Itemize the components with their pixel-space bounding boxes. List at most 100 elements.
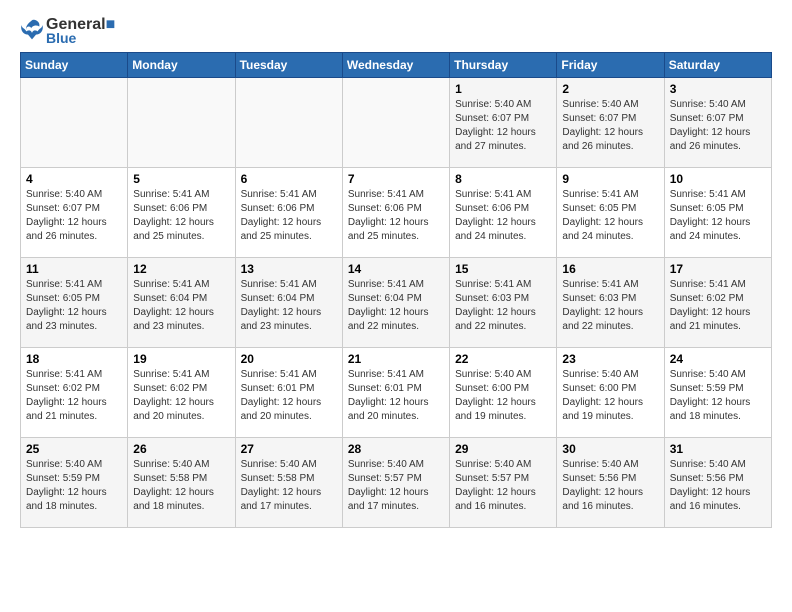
calendar-cell: 20Sunrise: 5:41 AM Sunset: 6:01 PM Dayli… — [235, 348, 342, 438]
day-number: 31 — [670, 442, 766, 456]
day-info: Sunrise: 5:41 AM Sunset: 6:06 PM Dayligh… — [348, 188, 444, 244]
calendar-cell: 25 Sunrise: 5:40 AM Sunset: 5:59 PM Dayli… — [21, 438, 128, 528]
calendar-cell: 19 Sunrise: 5:41 AM Sunset: 6:02 PM Dayli… — [128, 348, 235, 438]
weekday-header-sunday: Sunday — [21, 53, 128, 78]
day-info: Sunrise: 5:41 AM Sunset: 6:06 PM Dayligh… — [241, 188, 337, 244]
day-info: Sunrise: 5:40 AM Sunset: 6:07 PM Dayligh… — [455, 98, 551, 154]
logo: General■ Blue — [20, 16, 115, 46]
day-number: 14 — [348, 262, 444, 276]
day-info: Sunrise: 5:40 AM Sunset: 5:56 PM Dayligh… — [562, 458, 658, 514]
calendar-cell: 22 Sunrise: 5:40 AM Sunset: 6:00 PM Dayli… — [450, 348, 557, 438]
calendar-cell: 12 Sunrise: 5:41 AM Sunset: 6:04 PM Dayli… — [128, 258, 235, 348]
calendar-cell: 31 Sunrise: 5:40 AM Sunset: 5:56 PM Dayli… — [664, 438, 771, 528]
day-info: Sunrise: 5:40 AM Sunset: 6:07 PM Dayligh… — [670, 98, 766, 154]
calendar-cell: 30 Sunrise: 5:40 AM Sunset: 5:56 PM Dayli… — [557, 438, 664, 528]
day-info: Sunrise: 5:40 AM Sunset: 6:07 PM Dayligh… — [562, 98, 658, 154]
calendar-cell — [21, 78, 128, 168]
calendar-cell: 9 Sunrise: 5:41 AM Sunset: 6:05 PM Daylig… — [557, 168, 664, 258]
day-number: 30 — [562, 442, 658, 456]
day-info: Sunrise: 5:41 AM Sunset: 6:01 PM Dayligh… — [348, 368, 444, 424]
weekday-header-monday: Monday — [128, 53, 235, 78]
day-number: 20 — [241, 352, 337, 366]
calendar-cell: 17Sunrise: 5:41 AM Sunset: 6:02 PM Dayli… — [664, 258, 771, 348]
calendar-cell: 2 Sunrise: 5:40 AM Sunset: 6:07 PM Daylig… — [557, 78, 664, 168]
day-number: 15 — [455, 262, 551, 276]
day-info: Sunrise: 5:41 AM Sunset: 6:06 PM Dayligh… — [133, 188, 229, 244]
day-info: Sunrise: 5:40 AM Sunset: 5:58 PM Dayligh… — [133, 458, 229, 514]
day-number: 4 — [26, 172, 122, 186]
day-number: 6 — [241, 172, 337, 186]
day-info: Sunrise: 5:40 AM Sunset: 5:58 PM Dayligh… — [241, 458, 337, 514]
day-info: Sunrise: 5:41 AM Sunset: 6:03 PM Dayligh… — [562, 278, 658, 334]
calendar-cell: 7Sunrise: 5:41 AM Sunset: 6:06 PM Daylig… — [342, 168, 449, 258]
day-info: Sunrise: 5:41 AM Sunset: 6:05 PM Dayligh… — [670, 188, 766, 244]
weekday-header-saturday: Saturday — [664, 53, 771, 78]
day-number: 3 — [670, 82, 766, 96]
calendar-cell: 11 Sunrise: 5:41 AM Sunset: 6:05 PM Dayli… — [21, 258, 128, 348]
day-number: 16 — [562, 262, 658, 276]
calendar-week-5: 25 Sunrise: 5:40 AM Sunset: 5:59 PM Dayli… — [21, 438, 772, 528]
day-info: Sunrise: 5:40 AM Sunset: 6:00 PM Dayligh… — [455, 368, 551, 424]
day-info: Sunrise: 5:40 AM Sunset: 6:07 PM Dayligh… — [26, 188, 122, 244]
day-number: 17 — [670, 262, 766, 276]
calendar-cell: 3 Sunrise: 5:40 AM Sunset: 6:07 PM Daylig… — [664, 78, 771, 168]
day-info: Sunrise: 5:40 AM Sunset: 5:57 PM Dayligh… — [348, 458, 444, 514]
day-number: 19 — [133, 352, 229, 366]
day-info: Sunrise: 5:41 AM Sunset: 6:05 PM Dayligh… — [26, 278, 122, 334]
calendar-cell: 10 Sunrise: 5:41 AM Sunset: 6:05 PM Dayli… — [664, 168, 771, 258]
day-number: 18 — [26, 352, 122, 366]
day-info: Sunrise: 5:40 AM Sunset: 5:57 PM Dayligh… — [455, 458, 551, 514]
day-number: 21 — [348, 352, 444, 366]
calendar-cell: 14 Sunrise: 5:41 AM Sunset: 6:04 PM Dayli… — [342, 258, 449, 348]
calendar-cell — [342, 78, 449, 168]
day-info: Sunrise: 5:41 AM Sunset: 6:04 PM Dayligh… — [133, 278, 229, 334]
day-number: 22 — [455, 352, 551, 366]
calendar-cell: 8Sunrise: 5:41 AM Sunset: 6:06 PM Daylig… — [450, 168, 557, 258]
calendar-cell: 18Sunrise: 5:41 AM Sunset: 6:02 PM Dayli… — [21, 348, 128, 438]
calendar-week-2: 4 Sunrise: 5:40 AM Sunset: 6:07 PM Daylig… — [21, 168, 772, 258]
day-number: 2 — [562, 82, 658, 96]
day-info: Sunrise: 5:41 AM Sunset: 6:06 PM Dayligh… — [455, 188, 551, 244]
day-number: 9 — [562, 172, 658, 186]
day-info: Sunrise: 5:40 AM Sunset: 5:59 PM Dayligh… — [26, 458, 122, 514]
calendar-cell: 6 Sunrise: 5:41 AM Sunset: 6:06 PM Daylig… — [235, 168, 342, 258]
calendar-week-4: 18 Sunrise: 5:41 AM Sunset: 6:02 PM Dayli… — [21, 348, 772, 438]
calendar-table: SundayMondayTuesdayWednesdayThursdayFrid… — [20, 52, 772, 528]
calendar-cell: 26 Sunrise: 5:40 AM Sunset: 5:58 PM Dayli… — [128, 438, 235, 528]
calendar-cell: 24 Sunrise: 5:40 AM Sunset: 5:59 PM Dayli… — [664, 348, 771, 438]
day-info: Sunrise: 5:41 AM Sunset: 6:02 PM Dayligh… — [133, 368, 229, 424]
day-info: Sunrise: 5:40 AM Sunset: 5:59 PM Dayligh… — [670, 368, 766, 424]
day-number: 29 — [455, 442, 551, 456]
day-number: 12 — [133, 262, 229, 276]
day-number: 28 — [348, 442, 444, 456]
calendar-cell: 29 Sunrise: 5:40 AM Sunset: 5:57 PM Dayli… — [450, 438, 557, 528]
day-number: 13 — [241, 262, 337, 276]
calendar-cell: 13Sunrise: 5:41 AM Sunset: 6:04 PM Dayli… — [235, 258, 342, 348]
calendar-cell — [235, 78, 342, 168]
day-number: 25 — [26, 442, 122, 456]
day-number: 24 — [670, 352, 766, 366]
calendar-cell: 28 Sunrise: 5:40 AM Sunset: 5:57 PM Dayli… — [342, 438, 449, 528]
day-info: Sunrise: 5:40 AM Sunset: 6:00 PM Dayligh… — [562, 368, 658, 424]
calendar-cell: 15Sunrise: 5:41 AM Sunset: 6:03 PM Dayli… — [450, 258, 557, 348]
calendar-cell: 23 Sunrise: 5:40 AM Sunset: 6:00 PM Dayli… — [557, 348, 664, 438]
calendar-cell: 4 Sunrise: 5:40 AM Sunset: 6:07 PM Daylig… — [21, 168, 128, 258]
weekday-header-friday: Friday — [557, 53, 664, 78]
day-number: 26 — [133, 442, 229, 456]
calendar-cell: 1Sunrise: 5:40 AM Sunset: 6:07 PM Daylig… — [450, 78, 557, 168]
day-number: 11 — [26, 262, 122, 276]
day-info: Sunrise: 5:40 AM Sunset: 5:56 PM Dayligh… — [670, 458, 766, 514]
day-number: 23 — [562, 352, 658, 366]
calendar-cell: 5Sunrise: 5:41 AM Sunset: 6:06 PM Daylig… — [128, 168, 235, 258]
calendar-cell — [128, 78, 235, 168]
day-info: Sunrise: 5:41 AM Sunset: 6:04 PM Dayligh… — [348, 278, 444, 334]
day-number: 10 — [670, 172, 766, 186]
calendar-week-1: 1Sunrise: 5:40 AM Sunset: 6:07 PM Daylig… — [21, 78, 772, 168]
weekday-header-tuesday: Tuesday — [235, 53, 342, 78]
calendar-week-3: 11 Sunrise: 5:41 AM Sunset: 6:05 PM Dayli… — [21, 258, 772, 348]
logo-text: General■ Blue — [46, 16, 115, 46]
weekday-header-wednesday: Wednesday — [342, 53, 449, 78]
logo-icon — [20, 17, 44, 41]
page-header: General■ Blue — [20, 16, 772, 46]
day-info: Sunrise: 5:41 AM Sunset: 6:05 PM Dayligh… — [562, 188, 658, 244]
